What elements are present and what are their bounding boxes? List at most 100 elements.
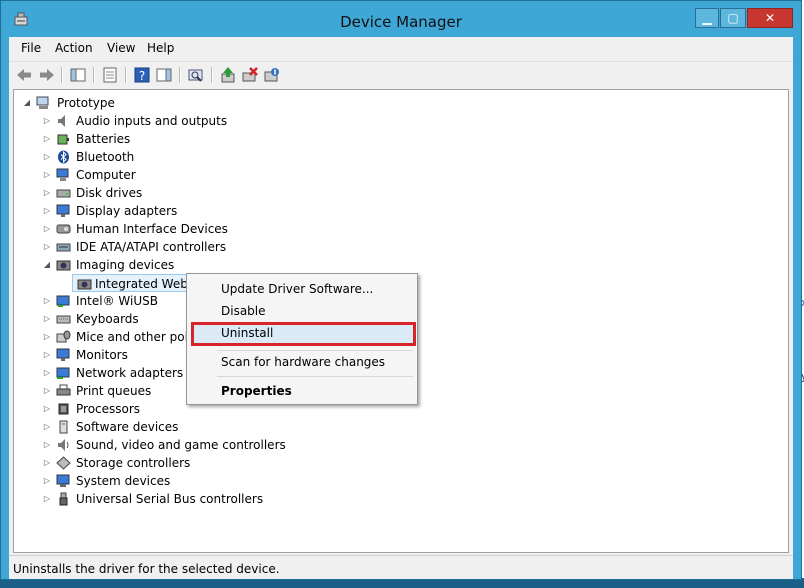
expand-arrow-icon[interactable]: ▷: [42, 382, 52, 400]
keyboard-icon: [56, 315, 71, 324]
expand-arrow-icon[interactable]: ▷: [42, 454, 52, 472]
update-driver-icon[interactable]: [219, 66, 237, 84]
tree-item-label: Monitors: [76, 348, 128, 362]
tree-item-label: Storage controllers: [76, 456, 191, 470]
menu-view[interactable]: View: [107, 41, 135, 55]
tree-item-intel-wiusb[interactable]: ▷ Intel® WiUSB: [14, 292, 198, 310]
tree-item-ide[interactable]: ▷ IDE ATA/ATAPI controllers: [14, 238, 314, 256]
tree-root-label: Prototype: [57, 96, 115, 110]
tree-item-disk-drives[interactable]: ▷ Disk drives: [14, 184, 314, 202]
scan-hardware-icon[interactable]: [187, 66, 205, 84]
expand-arrow-icon[interactable]: ▷: [42, 364, 52, 382]
tree-item-label: Batteries: [76, 132, 131, 146]
expand-arrow-icon[interactable]: ▷: [42, 166, 52, 184]
menu-bar: File Action View Help: [9, 37, 793, 59]
tree-item-label: Computer: [76, 168, 136, 182]
storage-icon: [56, 456, 71, 470]
tree-item-mice[interactable]: ▷ Mice and other point: [14, 328, 198, 346]
tree-item-monitors[interactable]: ▷ Monitors: [14, 346, 198, 364]
tree-item-storage-controllers[interactable]: ▷ Storage controllers: [14, 454, 314, 472]
tree-item-label: Imaging devices: [76, 258, 175, 272]
tree-item-batteries[interactable]: ▷ Batteries: [14, 130, 314, 148]
expand-arrow-icon[interactable]: ▷: [42, 130, 52, 148]
maximize-button[interactable]: ▢: [720, 8, 746, 28]
tree-item-label: Software devices: [76, 420, 179, 434]
tree-item-label: Audio inputs and outputs: [76, 114, 228, 128]
tree-item-label: Display adapters: [76, 204, 178, 218]
tree-item-keyboards[interactable]: ▷ Keyboards: [14, 310, 198, 328]
action-pane-icon[interactable]: [155, 66, 173, 84]
network-icon: [56, 367, 70, 379]
menu-action[interactable]: Action: [55, 41, 93, 55]
close-button[interactable]: ✕: [747, 8, 793, 28]
mouse-icon: [56, 330, 71, 343]
tree-item-audio[interactable]: ▷ Audio inputs and outputs: [14, 112, 314, 130]
menu-help[interactable]: Help: [147, 41, 174, 55]
tree-root[interactable]: ◢ Prototype: [14, 94, 314, 112]
expand-arrow-icon[interactable]: ▷: [42, 238, 52, 256]
disable-icon[interactable]: [263, 66, 281, 84]
tree-item-imaging[interactable]: ◢ Imaging devices: [14, 256, 314, 274]
menu-file[interactable]: File: [21, 41, 41, 55]
close-icon: ✕: [764, 11, 776, 25]
forward-icon[interactable]: [38, 66, 56, 84]
title-bar[interactable]: Device Manager ▁ ▢ ✕: [1, 1, 801, 37]
computer-icon: [56, 168, 69, 181]
menu-item-uninstall[interactable]: Uninstall: [221, 323, 273, 343]
context-menu: Update Driver Software... Disable Uninst…: [186, 273, 418, 405]
show-hide-tree-icon[interactable]: [69, 66, 87, 84]
expand-arrow-icon[interactable]: ▷: [42, 328, 52, 346]
tree-item-print-queues[interactable]: ▷ Print queues: [14, 382, 198, 400]
collapse-arrow-icon[interactable]: ◢: [42, 256, 52, 274]
expand-arrow-icon[interactable]: ▷: [42, 418, 52, 436]
toolbar-separator: [93, 67, 95, 83]
expand-arrow-icon[interactable]: ▷: [42, 148, 52, 166]
tree-item-usb-controllers[interactable]: ▷ Universal Serial Bus controllers: [14, 490, 314, 508]
status-bar: Uninstalls the driver for the selected d…: [9, 555, 793, 580]
tree-item-label: Sound, video and game controllers: [76, 438, 286, 452]
properties-icon[interactable]: [101, 66, 119, 84]
tree-item-system-devices[interactable]: ▷ System devices: [14, 472, 314, 490]
expand-arrow-icon[interactable]: ▷: [42, 472, 52, 490]
tree-item-network-adapters[interactable]: ▷ Network adapters: [14, 364, 198, 382]
expand-arrow-icon[interactable]: ▷: [42, 112, 52, 130]
hid-icon: [56, 224, 71, 234]
menu-item-scan-hardware[interactable]: Scan for hardware changes: [221, 352, 385, 372]
processor-icon: [58, 403, 69, 415]
expand-arrow-icon[interactable]: ▷: [42, 490, 52, 508]
collapse-arrow-icon[interactable]: ◢: [22, 94, 32, 112]
tree-item-label: Disk drives: [76, 186, 143, 200]
software-icon: [59, 420, 68, 434]
menu-item-update-driver[interactable]: Update Driver Software...: [221, 279, 373, 299]
toolbar-separator: [61, 67, 63, 83]
tree-item-label: Intel® WiUSB: [76, 294, 158, 308]
system-icon: [56, 474, 70, 487]
expand-arrow-icon[interactable]: ▷: [42, 436, 52, 454]
expand-arrow-icon[interactable]: ▷: [42, 346, 52, 364]
sound-icon: [58, 439, 69, 451]
tree-item-software-devices[interactable]: ▷ Software devices: [14, 418, 314, 436]
tree-item-sound-video[interactable]: ▷ Sound, video and game controllers: [14, 436, 314, 454]
tree-item-computer[interactable]: ▷ Computer: [14, 166, 314, 184]
expand-arrow-icon[interactable]: ▷: [42, 184, 52, 202]
uninstall-icon[interactable]: [241, 66, 259, 84]
tree-item-bluetooth[interactable]: ▷ Bluetooth: [14, 148, 314, 166]
battery-icon: [57, 134, 69, 145]
tree-item-hid[interactable]: ▷ Human Interface Devices: [14, 220, 314, 238]
expand-arrow-icon[interactable]: ▷: [42, 310, 52, 328]
menu-item-disable[interactable]: Disable: [221, 301, 266, 321]
printer-icon: [56, 384, 71, 396]
expand-arrow-icon[interactable]: ▷: [42, 220, 52, 238]
menu-item-properties[interactable]: Properties: [221, 381, 292, 401]
tree-item-display-adapters[interactable]: ▷ Display adapters: [14, 202, 314, 220]
expand-arrow-icon[interactable]: ▷: [42, 202, 52, 220]
toolbar-separator: [125, 67, 127, 83]
help-icon[interactable]: ?: [133, 66, 151, 84]
expand-arrow-icon[interactable]: ▷: [42, 400, 52, 418]
minimize-button[interactable]: ▁: [695, 8, 719, 28]
back-icon[interactable]: [15, 66, 33, 84]
expand-arrow-icon[interactable]: ▷: [42, 292, 52, 310]
tree-item-label: Bluetooth: [76, 150, 135, 164]
tree-item-label: Keyboards: [76, 312, 139, 326]
tree-item-label: Human Interface Devices: [76, 222, 228, 236]
